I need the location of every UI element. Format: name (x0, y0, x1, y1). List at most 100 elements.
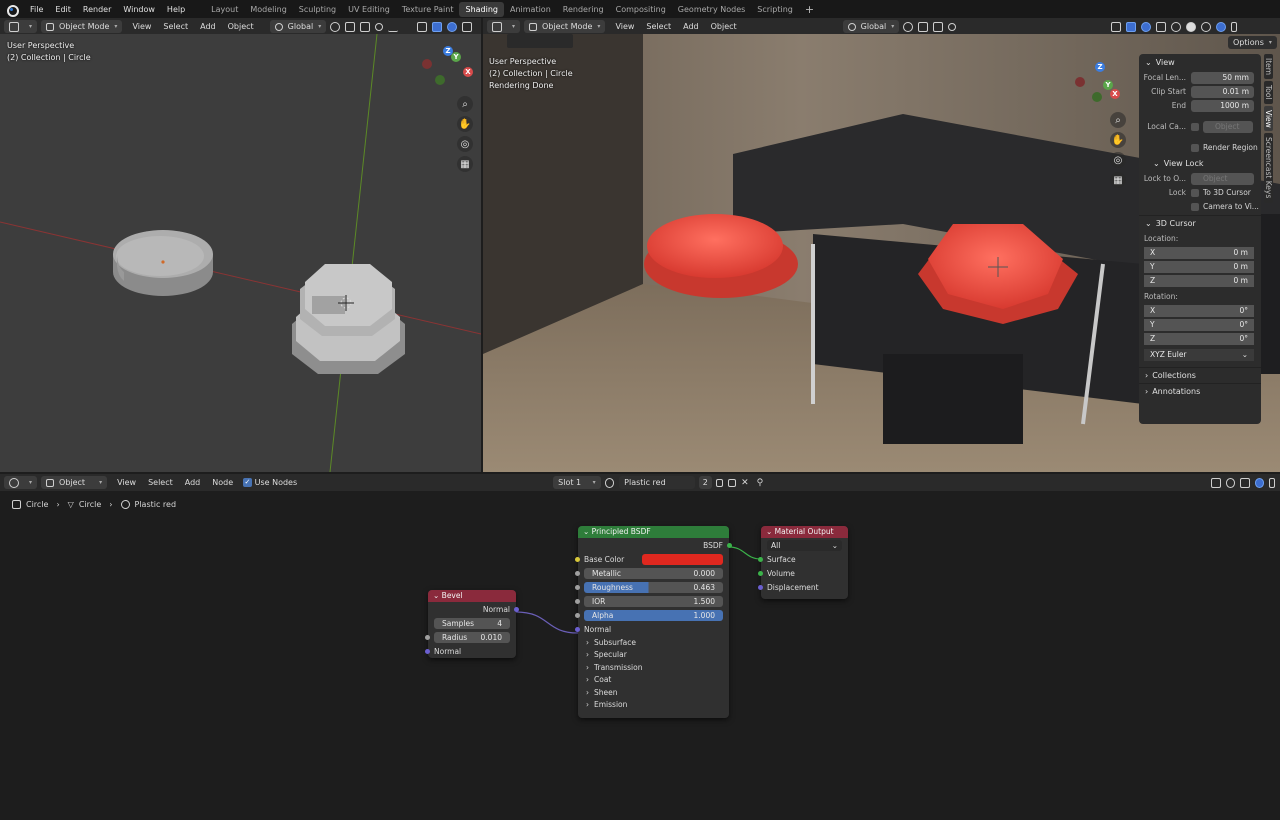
principled-bsdf-node[interactable]: ⌄ Principled BSDF BSDF Base Color Metall… (575, 526, 732, 718)
clip-start-field[interactable]: 0.01 m (1191, 85, 1254, 98)
duplicate-icon[interactable] (728, 478, 737, 487)
editor-type-button-node[interactable]: ▾ (4, 476, 38, 489)
ior-field[interactable]: IOR 1.500 (584, 595, 723, 607)
render-region-checkbox[interactable] (1191, 143, 1199, 152)
zoom-icon[interactable]: ⌕ (1110, 112, 1126, 128)
bevel-normal-output-socket[interactable] (514, 606, 519, 612)
menu-object-right[interactable]: Object (705, 22, 743, 31)
tab-screencast-keys[interactable]: Screencast Keys (1264, 133, 1273, 203)
octagon-cap-object[interactable] (292, 264, 405, 374)
annotations-section[interactable]: › Annotations (1139, 383, 1261, 399)
loc-x-field[interactable]: 0 m (1234, 247, 1248, 259)
bsdf-normal-socket[interactable] (575, 626, 580, 632)
add-workspace-button[interactable]: + (799, 3, 820, 16)
gizmo-y-axis[interactable]: Y (451, 52, 461, 62)
tab-rendering[interactable]: Rendering (557, 2, 610, 17)
focal-length-field[interactable]: 50 mm (1191, 71, 1254, 84)
slot-dropdown[interactable]: Slot 1 ▾ (553, 476, 601, 489)
bevel-node[interactable]: ⌄ Bevel Normal Samples 4 Radius 0.010 Norm… (425, 590, 519, 658)
snap-icon[interactable] (918, 21, 929, 32)
roughness-socket[interactable] (575, 584, 580, 590)
editor-type-button[interactable]: ▾ (4, 20, 38, 33)
gizmo-y-axis-right[interactable]: Y (1103, 80, 1113, 90)
falloff-icon[interactable] (388, 22, 399, 32)
proportional-icon[interactable] (948, 22, 957, 31)
output-node-header[interactable]: ⌄ Material Output (761, 526, 848, 538)
bevel-normal-input-socket[interactable] (425, 648, 430, 654)
bsdf-output-socket[interactable] (727, 542, 732, 548)
tab-animation[interactable]: Animation (504, 2, 557, 17)
gizmo-neg-x[interactable] (422, 59, 432, 69)
tab-layout[interactable]: Layout (205, 2, 244, 17)
gizmo-toggle-icon[interactable] (432, 21, 443, 32)
tab-compositing[interactable]: Compositing (610, 2, 672, 17)
orientation-dropdown-right[interactable]: Global ▾ (842, 20, 900, 33)
gizmo-neg-y-right[interactable] (1092, 92, 1102, 102)
node-overlay-icon[interactable] (1254, 477, 1265, 488)
local-camera-field[interactable]: Object (1203, 120, 1253, 133)
collections-section[interactable]: › Collections (1139, 367, 1261, 383)
alpha-field[interactable]: Alpha 1.000 (584, 609, 723, 621)
camera-icon[interactable]: ◎ (457, 136, 473, 152)
pivot-icon[interactable] (330, 21, 341, 32)
rotation-mode-dropdown[interactable]: XYZ Euler (1150, 349, 1187, 361)
gizmo-toggle-icon[interactable] (1126, 21, 1137, 32)
visibility-icon[interactable] (1111, 21, 1122, 32)
menu-view-right[interactable]: View (609, 22, 640, 31)
menu-render[interactable]: Render (77, 5, 117, 14)
tab-uv-editing[interactable]: UV Editing (342, 2, 396, 17)
base-color-socket[interactable] (575, 556, 580, 562)
snap-target-icon[interactable] (360, 21, 371, 32)
tab-texture-paint[interactable]: Texture Paint (396, 2, 460, 17)
tab-shading[interactable]: Shading (459, 1, 504, 17)
pin-icon[interactable]: ⚲ (757, 478, 764, 488)
menu-file[interactable]: File (24, 5, 49, 14)
material-shading-icon[interactable] (1201, 21, 1212, 32)
pan-hand-icon[interactable]: ✋ (457, 116, 473, 132)
orientation-dropdown[interactable]: Global ▾ (269, 20, 327, 33)
radius-input-socket[interactable] (425, 634, 430, 640)
gizmo-neg-y[interactable] (435, 75, 445, 85)
lock-to-object-field[interactable]: Object (1191, 172, 1254, 185)
material-browse-icon[interactable] (604, 477, 615, 488)
menu-window[interactable]: Window (117, 5, 161, 14)
rot-z-row[interactable]: Z 0° (1139, 332, 1261, 345)
rot-y-row[interactable]: Y 0° (1139, 318, 1261, 331)
camera-to-view-checkbox[interactable] (1191, 202, 1199, 211)
menu-edit[interactable]: Edit (49, 5, 77, 14)
snap-node-icon[interactable] (1211, 477, 1221, 488)
volume-socket[interactable] (758, 570, 763, 576)
output-target-dropdown[interactable]: All ⌄ (767, 539, 842, 551)
rot-z-field[interactable]: 0° (1239, 333, 1248, 345)
displacement-socket[interactable] (758, 584, 763, 590)
loc-z-field[interactable]: 0 m (1234, 275, 1248, 287)
tab-item[interactable]: Item (1264, 54, 1273, 80)
node-menu-select[interactable]: Select (142, 478, 179, 487)
options-dropdown[interactable]: Options ▾ (1228, 36, 1277, 49)
tab-sculpting[interactable]: Sculpting (293, 2, 342, 17)
pan-hand-icon[interactable]: ✋ (1110, 132, 1126, 148)
loc-y-row[interactable]: Y 0 m (1139, 260, 1261, 273)
shading-options-icon[interactable] (1231, 21, 1238, 32)
alpha-socket[interactable] (575, 612, 580, 618)
loc-z-row[interactable]: Z 0 m (1139, 274, 1261, 287)
panel-sheen[interactable]: › Sheen (578, 686, 729, 699)
menu-object[interactable]: Object (222, 22, 260, 31)
menu-view[interactable]: View (126, 22, 157, 31)
proportional-icon[interactable] (375, 22, 384, 31)
bsdf-node-header[interactable]: ⌄ Principled BSDF (578, 526, 729, 538)
panel-emission[interactable]: › Emission (578, 699, 729, 712)
tab-scripting[interactable]: Scripting (751, 2, 799, 17)
snap-icon[interactable] (345, 21, 356, 32)
node-menu-node[interactable]: Node (206, 478, 239, 487)
visibility-icon[interactable] (417, 21, 428, 32)
base-color-swatch[interactable] (642, 553, 723, 565)
xray-icon[interactable] (462, 21, 473, 32)
tab-view[interactable]: View (1264, 105, 1273, 132)
perspective-grid-icon[interactable]: ▦ (457, 156, 473, 172)
local-camera-checkbox[interactable] (1191, 122, 1199, 131)
pivot-icon[interactable] (903, 21, 914, 32)
camera-icon[interactable]: ◎ (1110, 152, 1126, 168)
select-mode-toolbar[interactable] (507, 34, 573, 48)
xray-icon[interactable] (1156, 21, 1167, 32)
